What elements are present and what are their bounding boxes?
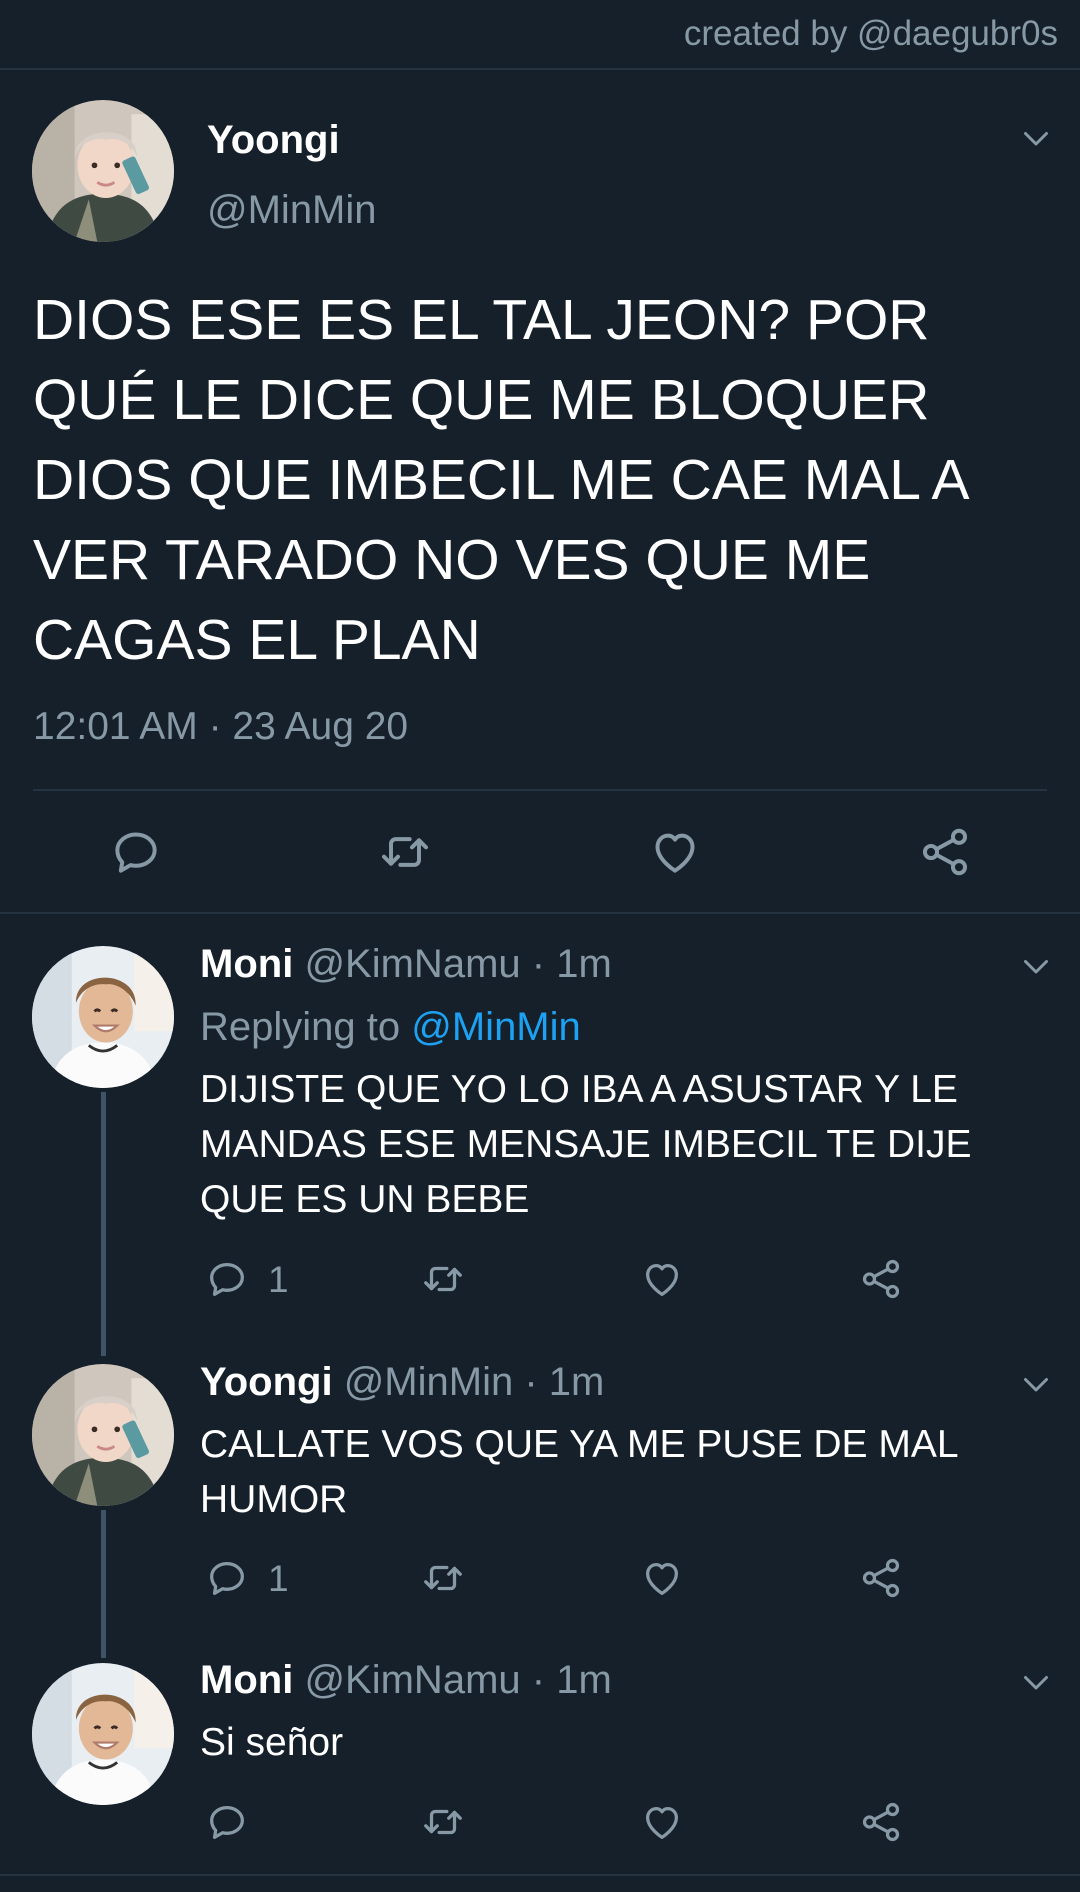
author-name[interactable]: Moni bbox=[200, 942, 293, 986]
like-icon[interactable] bbox=[639, 1799, 685, 1845]
retweet-icon[interactable] bbox=[377, 824, 433, 880]
retweet-icon[interactable] bbox=[420, 1256, 466, 1302]
avatar-moni bbox=[32, 1663, 174, 1805]
section-divider bbox=[0, 912, 1080, 914]
avatar-yoongi bbox=[32, 1364, 174, 1506]
reply-icon[interactable] bbox=[108, 824, 164, 880]
watermark: created by @daegubr0s bbox=[683, 14, 1058, 53]
avatar[interactable] bbox=[32, 1364, 174, 1506]
like-icon[interactable] bbox=[639, 1555, 685, 1601]
reply-time: · 1m bbox=[531, 942, 612, 986]
reply-text: Si señor bbox=[200, 1721, 344, 1764]
share-icon[interactable] bbox=[917, 824, 973, 880]
author-name[interactable]: Yoongi bbox=[207, 118, 340, 163]
chevron-down-icon[interactable] bbox=[1018, 120, 1054, 156]
like-icon[interactable] bbox=[647, 824, 703, 880]
avatar[interactable] bbox=[32, 946, 174, 1088]
like-icon[interactable] bbox=[639, 1256, 685, 1302]
retweet-icon[interactable] bbox=[420, 1799, 466, 1845]
share-icon[interactable] bbox=[858, 1799, 904, 1845]
share-icon[interactable] bbox=[858, 1256, 904, 1302]
share-icon[interactable] bbox=[858, 1555, 904, 1601]
reply-count: 1 bbox=[268, 1259, 289, 1300]
bottom-divider bbox=[0, 1874, 1080, 1876]
author-handle[interactable]: @MinMin bbox=[207, 188, 377, 233]
reply-icon[interactable] bbox=[204, 1799, 250, 1845]
thread-line bbox=[101, 1092, 106, 1356]
replying-to-link[interactable]: @MinMin bbox=[411, 1005, 581, 1049]
reply-time: · 1m bbox=[531, 1658, 612, 1702]
reply-icon[interactable] bbox=[204, 1256, 250, 1302]
replying-label: Replying to bbox=[200, 1005, 401, 1049]
replying-to: Replying to @MinMin bbox=[200, 1005, 581, 1050]
author-name[interactable]: Moni bbox=[200, 1658, 293, 1702]
author-name[interactable]: Yoongi bbox=[200, 1360, 333, 1404]
avatar-moni bbox=[32, 946, 174, 1088]
avatar-yoongi bbox=[32, 100, 174, 242]
avatar[interactable] bbox=[32, 1663, 174, 1805]
retweet-icon[interactable] bbox=[420, 1555, 466, 1601]
avatar[interactable] bbox=[32, 100, 174, 242]
action-divider bbox=[33, 789, 1047, 791]
chevron-down-icon[interactable] bbox=[1018, 948, 1054, 984]
reply-text: CALLATE VOS QUE YA ME PUSE DE MAL HUMOR bbox=[200, 1423, 958, 1521]
reply-header: Moni @KimNamu · 1m bbox=[200, 942, 612, 987]
chevron-down-icon[interactable] bbox=[1018, 1366, 1054, 1402]
tweet-text: DIOS ESE ES EL TAL JEON? POR QUÉ LE DICE… bbox=[33, 288, 967, 672]
header-divider bbox=[0, 68, 1080, 70]
chevron-down-icon[interactable] bbox=[1018, 1664, 1054, 1700]
author-handle[interactable]: @KimNamu bbox=[304, 1658, 520, 1702]
reply-time: · 1m bbox=[524, 1360, 605, 1404]
reply-icon[interactable] bbox=[204, 1555, 250, 1601]
reply-header: Yoongi @MinMin · 1m bbox=[200, 1360, 604, 1405]
author-handle[interactable]: @MinMin bbox=[344, 1360, 514, 1404]
author-handle[interactable]: @KimNamu bbox=[304, 942, 520, 986]
reply-text: DIJISTE QUE YO LO IBA A ASUSTAR Y LE MAN… bbox=[200, 1068, 972, 1221]
reply-count: 1 bbox=[268, 1558, 289, 1599]
reply-header: Moni @KimNamu · 1m bbox=[200, 1658, 612, 1703]
tweet-timestamp[interactable]: 12:01 AM · 23 Aug 20 bbox=[33, 705, 408, 749]
thread-line bbox=[101, 1510, 106, 1658]
